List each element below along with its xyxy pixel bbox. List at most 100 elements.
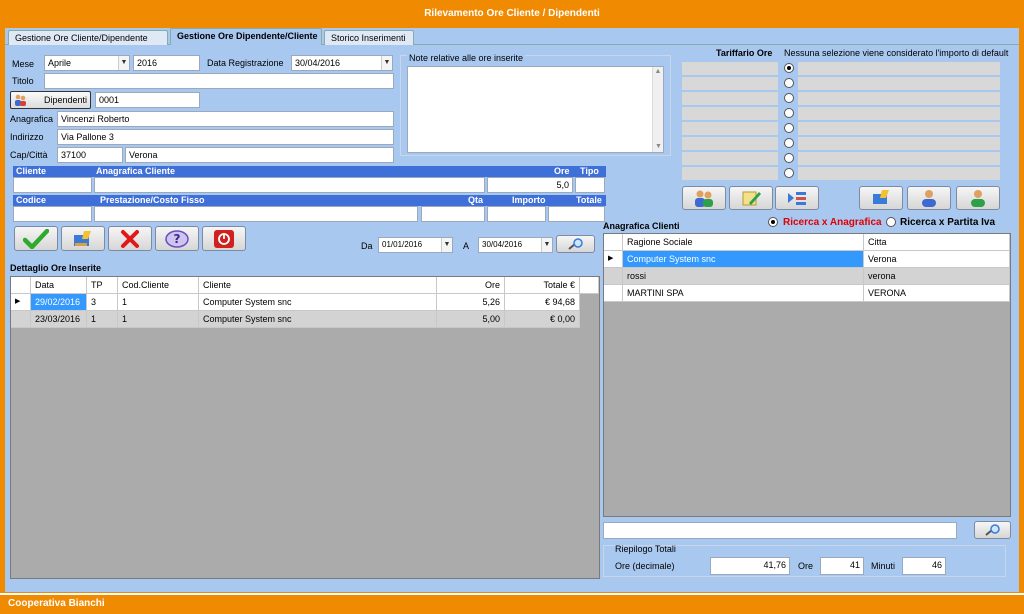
data-registrazione-select[interactable]: 30/04/2016 ▼: [291, 55, 393, 71]
cell-tp[interactable]: 3: [87, 294, 118, 311]
citta-input[interactable]: Verona: [125, 147, 394, 163]
tariff-radio[interactable]: [784, 78, 794, 88]
table-row[interactable]: rossi verona: [604, 268, 1010, 285]
minuti-value: 46: [902, 557, 946, 575]
ricerca-anagrafica-label[interactable]: Ricerca x Anagrafica: [783, 217, 882, 228]
tariff-radio[interactable]: [784, 153, 794, 163]
cliente-input[interactable]: [13, 177, 92, 193]
qta-input[interactable]: [421, 206, 485, 222]
tab-gestione-cliente-dipendente[interactable]: Gestione Ore Cliente/Dipendente: [8, 30, 168, 45]
chevron-down-icon[interactable]: ▼: [441, 238, 452, 252]
confirm-button[interactable]: [14, 226, 58, 251]
app-window: Rilevamento Ore Cliente / Dipendenti Ges…: [0, 0, 1024, 614]
mese-select[interactable]: Aprile ▼: [44, 55, 130, 71]
chevron-down-icon[interactable]: ▼: [381, 56, 392, 70]
tab-storico-inserimenti[interactable]: Storico Inserimenti: [324, 30, 414, 45]
tariff-radio[interactable]: [784, 138, 794, 148]
cell-data[interactable]: 23/03/2016: [31, 311, 87, 328]
cell-ragione-sociale[interactable]: MARTINI SPA: [623, 285, 864, 302]
cell-totale[interactable]: € 0,00: [505, 311, 580, 328]
chevron-down-icon[interactable]: ▼: [118, 56, 129, 70]
col-ore[interactable]: Ore: [437, 277, 505, 294]
col-totale[interactable]: Totale €: [505, 277, 580, 294]
ricerca-anagrafica-radio[interactable]: [768, 217, 778, 227]
tariff-radio[interactable]: [784, 123, 794, 133]
tariff-radio[interactable]: [784, 93, 794, 103]
tariff-description: [682, 152, 778, 165]
clear-button[interactable]: [61, 226, 105, 251]
col-cliente[interactable]: Cliente: [199, 277, 437, 294]
anagrafica-cliente-input[interactable]: [94, 177, 485, 193]
cell-citta[interactable]: Verona: [864, 251, 1010, 268]
a-date-select[interactable]: 30/04/2016 ▼: [478, 237, 553, 253]
tariff-radio[interactable]: [784, 108, 794, 118]
col-data[interactable]: Data: [31, 277, 87, 294]
qta-header: Qta: [468, 195, 484, 205]
filter-search-button[interactable]: [556, 235, 595, 253]
tariff-description: [682, 137, 778, 150]
cell-cod-cliente[interactable]: 1: [118, 311, 199, 328]
table-row[interactable]: MARTINI SPA VERONA: [604, 285, 1010, 302]
cell-citta[interactable]: verona: [864, 268, 1010, 285]
tariff-value: [798, 122, 1000, 135]
dipendente-code-input[interactable]: 0001: [95, 92, 200, 108]
clear-clients-button[interactable]: [859, 186, 903, 210]
importo-input[interactable]: [487, 206, 546, 222]
dettaglio-title: Dettaglio Ore Inserite: [10, 263, 102, 273]
tariff-radio[interactable]: [784, 168, 794, 178]
cell-cod-cliente[interactable]: 1: [118, 294, 199, 311]
user-blue-button[interactable]: [907, 186, 951, 210]
indirizzo-input[interactable]: Via Pallone 3: [57, 129, 394, 145]
col-cod-cliente[interactable]: Cod.Cliente: [118, 277, 199, 294]
table-row[interactable]: ▶ Computer System snc Verona: [604, 251, 1010, 268]
edit-tariff-button[interactable]: [729, 186, 773, 210]
clienti-search-button[interactable]: [974, 521, 1011, 539]
col-tp[interactable]: TP: [87, 277, 118, 294]
codice-input[interactable]: [13, 206, 92, 222]
ore-input[interactable]: 5,0: [487, 177, 573, 193]
tipo-input[interactable]: [575, 177, 605, 193]
cell-citta[interactable]: VERONA: [864, 285, 1010, 302]
col-ragione-sociale[interactable]: Ragione Sociale: [623, 234, 864, 251]
cell-ragione-sociale[interactable]: rossi: [623, 268, 864, 285]
chevron-down-icon[interactable]: ▼: [541, 238, 552, 252]
entry-header-row-1: Cliente Anagrafica Cliente Ore Tipo: [13, 166, 606, 177]
clienti-grid[interactable]: Ragione Sociale Citta ▶ Computer System …: [603, 233, 1011, 517]
cell-tp[interactable]: 1: [87, 311, 118, 328]
clients-button[interactable]: [682, 186, 726, 210]
ricerca-piva-radio[interactable]: [886, 217, 896, 227]
user-green-button[interactable]: [956, 186, 1000, 210]
play-list-button[interactable]: [775, 186, 819, 210]
cell-cliente[interactable]: Computer System snc: [199, 311, 437, 328]
cell-totale[interactable]: € 94,68: [505, 294, 580, 311]
note-textarea[interactable]: [407, 66, 664, 153]
indirizzo-label: Indirizzo: [10, 132, 44, 142]
da-label: Da: [361, 241, 373, 251]
anno-input[interactable]: 2016: [133, 55, 200, 71]
da-date-select[interactable]: 01/01/2016 ▼: [378, 237, 453, 253]
totale-input[interactable]: [548, 206, 605, 222]
help-button[interactable]: ?: [155, 226, 199, 251]
cell-cliente[interactable]: Computer System snc: [199, 294, 437, 311]
cell-ragione-sociale[interactable]: Computer System snc: [623, 251, 864, 268]
anagrafica-input[interactable]: Vincenzi Roberto: [57, 111, 394, 127]
dettaglio-grid[interactable]: Data TP Cod.Cliente Cliente Ore Totale €…: [10, 276, 600, 579]
tariff-radio[interactable]: [784, 63, 794, 73]
note-scrollbar[interactable]: ▲ ▼: [652, 67, 663, 152]
tab-gestione-dipendente-cliente[interactable]: Gestione Ore Dipendente/Cliente: [170, 28, 322, 45]
clienti-search-input[interactable]: [603, 522, 957, 539]
exit-button[interactable]: [202, 226, 246, 251]
col-citta[interactable]: Citta: [864, 234, 1010, 251]
prestazione-input[interactable]: [94, 206, 418, 222]
table-row[interactable]: ▶ 29/02/2016 3 1 Computer System snc 5,2…: [11, 294, 580, 311]
cell-ore[interactable]: 5,00: [437, 311, 505, 328]
row-indicator: [604, 268, 623, 285]
delete-button[interactable]: [108, 226, 152, 251]
cell-data[interactable]: 29/02/2016: [31, 294, 87, 311]
cell-ore[interactable]: 5,26: [437, 294, 505, 311]
dipendenti-button[interactable]: Dipendenti: [10, 91, 91, 109]
table-row[interactable]: 23/03/2016 1 1 Computer System snc 5,00 …: [11, 311, 580, 328]
ricerca-piva-label[interactable]: Ricerca x Partita Iva: [900, 217, 995, 228]
cap-input[interactable]: 37100: [57, 147, 123, 163]
titolo-input[interactable]: [44, 73, 394, 89]
